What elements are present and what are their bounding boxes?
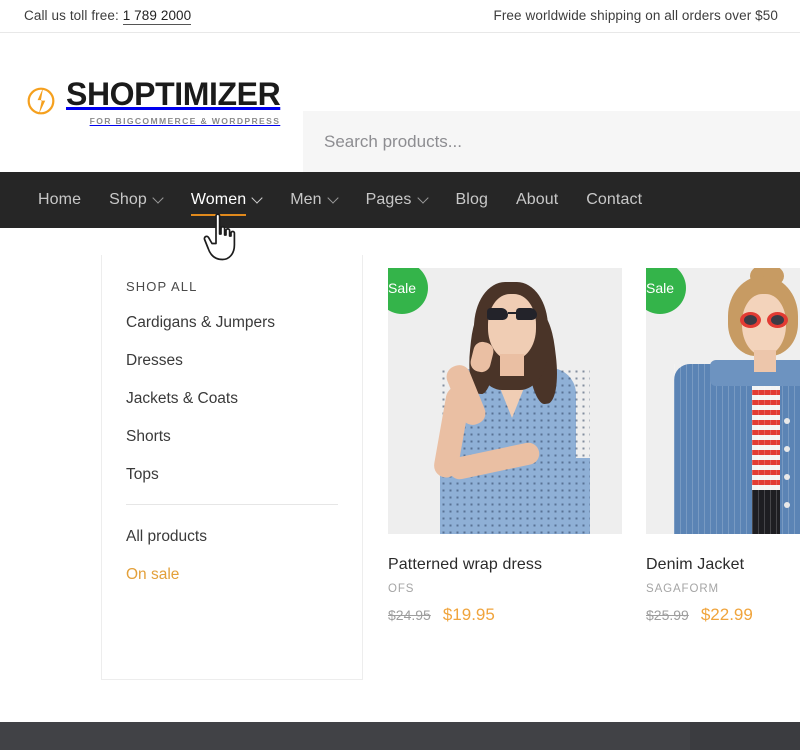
main-navigation-bar: Home Shop Women Men Pages Blog About Con… <box>0 172 800 228</box>
product-original-price: $25.99 <box>646 607 689 623</box>
nav-item-about[interactable]: About <box>502 172 572 228</box>
product-sale-price: $19.95 <box>442 605 495 624</box>
nav-item-pages[interactable]: Pages <box>352 172 442 228</box>
dropdown-link-shorts[interactable]: Shorts <box>126 428 338 446</box>
nav-label: Blog <box>455 191 488 208</box>
phone-number-link[interactable]: 1 789 2000 <box>122 8 192 25</box>
dropdown-link-all-products[interactable]: All products <box>126 528 338 546</box>
page-bottom-band-right <box>690 722 800 750</box>
dropdown-link-cardigans-jumpers[interactable]: Cardigans & Jumpers <box>126 314 338 332</box>
nav-item-home[interactable]: Home <box>24 172 95 228</box>
search-input[interactable] <box>303 111 800 173</box>
product-grid: Sale Patterned wrap dress OFS $24.95 $19… <box>388 268 800 625</box>
shipping-notice: Free worldwide shipping on all orders ov… <box>493 8 778 23</box>
page-bottom-band <box>0 722 800 750</box>
nav-label: About <box>515 191 559 208</box>
nav-label: Contact <box>586 191 643 208</box>
chevron-down-icon <box>419 194 428 203</box>
product-title[interactable]: Denim Jacket <box>646 556 800 574</box>
product-card-patterned-wrap-dress[interactable]: Sale Patterned wrap dress OFS $24.95 $19… <box>388 268 622 625</box>
dropdown-link-on-sale[interactable]: On sale <box>126 566 338 584</box>
product-brand: OFS <box>388 583 415 595</box>
shoptimizer-storefront-page: Call us toll free: 1 789 2000 Free world… <box>0 0 800 750</box>
product-title[interactable]: Patterned wrap dress <box>388 556 622 574</box>
product-price-row: $24.95 $19.95 <box>388 605 622 625</box>
chevron-down-icon <box>253 194 262 203</box>
chevron-down-icon <box>329 194 338 203</box>
product-brand: SAGAFORM <box>646 583 720 595</box>
nav-label: Shop <box>109 191 147 208</box>
product-image[interactable]: Sale <box>646 268 800 534</box>
logo-wordmark: SHOPTIMIZER <box>66 76 281 112</box>
nav-label: Home <box>38 191 82 208</box>
nav-label: Men <box>290 191 322 208</box>
logo-tagline: FOR BIGCOMMERCE & WORDPRESS <box>89 115 281 126</box>
product-illustration-dress <box>388 268 622 534</box>
dropdown-link-tops[interactable]: Tops <box>126 466 338 484</box>
dropdown-link-dresses[interactable]: Dresses <box>126 352 338 370</box>
nav-label: Women <box>190 191 247 216</box>
product-price-row: $25.99 $22.99 <box>646 605 800 625</box>
dropdown-divider <box>126 504 338 505</box>
lightning-bolt-circle-icon <box>27 87 55 115</box>
dropdown-link-jackets-coats[interactable]: Jackets & Coats <box>126 390 338 408</box>
nav-label: Pages <box>365 191 412 208</box>
nav-item-shop[interactable]: Shop <box>95 172 177 228</box>
pointing-hand-cursor <box>203 213 236 261</box>
toll-free-text: Call us toll free: 1 789 2000 <box>24 8 192 25</box>
product-card-denim-jacket[interactable]: Sale Denim Jacket SAGAFORM $25.99 $22.99 <box>646 268 800 625</box>
product-image[interactable]: Sale <box>388 268 622 534</box>
product-original-price: $24.95 <box>388 607 431 623</box>
site-header: SHOPTIMIZER FOR BIGCOMMERCE & WORDPRESS <box>0 34 800 173</box>
product-sale-price: $22.99 <box>700 605 753 624</box>
nav-item-contact[interactable]: Contact <box>572 172 656 228</box>
women-dropdown-panel: SHOP ALL Cardigans & Jumpers Dresses Jac… <box>101 255 363 680</box>
call-us-label: Call us toll free: <box>24 8 119 23</box>
dropdown-heading: SHOP ALL <box>126 279 198 294</box>
nav-item-men[interactable]: Men <box>276 172 351 228</box>
chevron-down-icon <box>154 194 163 203</box>
nav-list: Home Shop Women Men Pages Blog About Con… <box>24 172 656 228</box>
nav-item-blog[interactable]: Blog <box>442 172 502 228</box>
top-announcement-bar: Call us toll free: 1 789 2000 Free world… <box>0 0 800 33</box>
site-logo[interactable]: SHOPTIMIZER FOR BIGCOMMERCE & WORDPRESS <box>24 76 281 126</box>
